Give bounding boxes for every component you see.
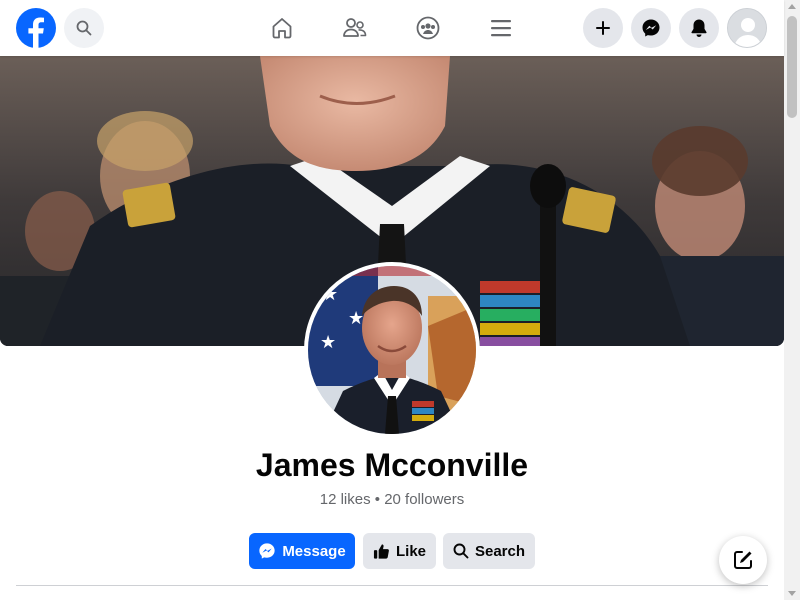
profile-picture[interactable]: ★ ★ ★	[308, 266, 476, 434]
page-scrollbar[interactable]	[784, 0, 800, 600]
profile-name: James Mcconville	[255, 447, 529, 483]
svg-text:★: ★	[320, 332, 336, 353]
top-navigation-bar	[0, 0, 784, 56]
search-button-label: Search	[474, 542, 526, 560]
nav-friends[interactable]	[327, 8, 383, 48]
search-icon	[453, 543, 469, 559]
profile-stats[interactable]: 12 likes • 20 followers	[0, 491, 784, 508]
compose-icon	[734, 551, 752, 569]
plus-icon	[596, 21, 610, 35]
profile-search-button[interactable]: Search	[443, 533, 535, 569]
svg-text:★: ★	[348, 308, 364, 329]
section-divider	[16, 585, 768, 586]
messenger-icon	[259, 543, 275, 559]
message-button[interactable]: Message	[249, 533, 355, 569]
scroll-up-arrow-icon[interactable]	[788, 4, 796, 9]
profile-actions: Message Like Search	[0, 533, 784, 569]
profile-page: ★ ★ ★ James Mcconville 12 likes • 20 fol…	[0, 0, 800, 600]
nav-menu[interactable]	[473, 8, 529, 48]
bell-icon	[691, 19, 707, 37]
home-icon	[272, 18, 292, 39]
messenger-icon	[642, 19, 660, 37]
compose-message-button[interactable]	[719, 536, 767, 584]
friends-icon	[343, 18, 367, 37]
message-button-label: Message	[282, 542, 346, 560]
facebook-logo-icon[interactable]	[16, 8, 56, 48]
like-button[interactable]: Like	[363, 533, 436, 569]
search-icon	[76, 20, 92, 36]
nav-groups[interactable]	[400, 8, 456, 48]
notifications-button[interactable]	[679, 8, 719, 48]
scroll-thumb[interactable]	[787, 16, 797, 118]
thumbs-up-icon	[373, 543, 389, 559]
like-button-label: Like	[395, 542, 426, 560]
profile-picture-frame[interactable]: ★ ★ ★	[304, 262, 480, 438]
default-avatar-icon	[728, 9, 766, 47]
account-avatar[interactable]	[727, 8, 767, 48]
nav-home[interactable]	[254, 8, 310, 48]
search-button[interactable]	[64, 8, 104, 48]
groups-icon	[416, 16, 440, 40]
create-button[interactable]	[583, 8, 623, 48]
messenger-button[interactable]	[631, 8, 671, 48]
scroll-down-arrow-icon[interactable]	[788, 591, 796, 596]
menu-icon	[491, 20, 511, 37]
